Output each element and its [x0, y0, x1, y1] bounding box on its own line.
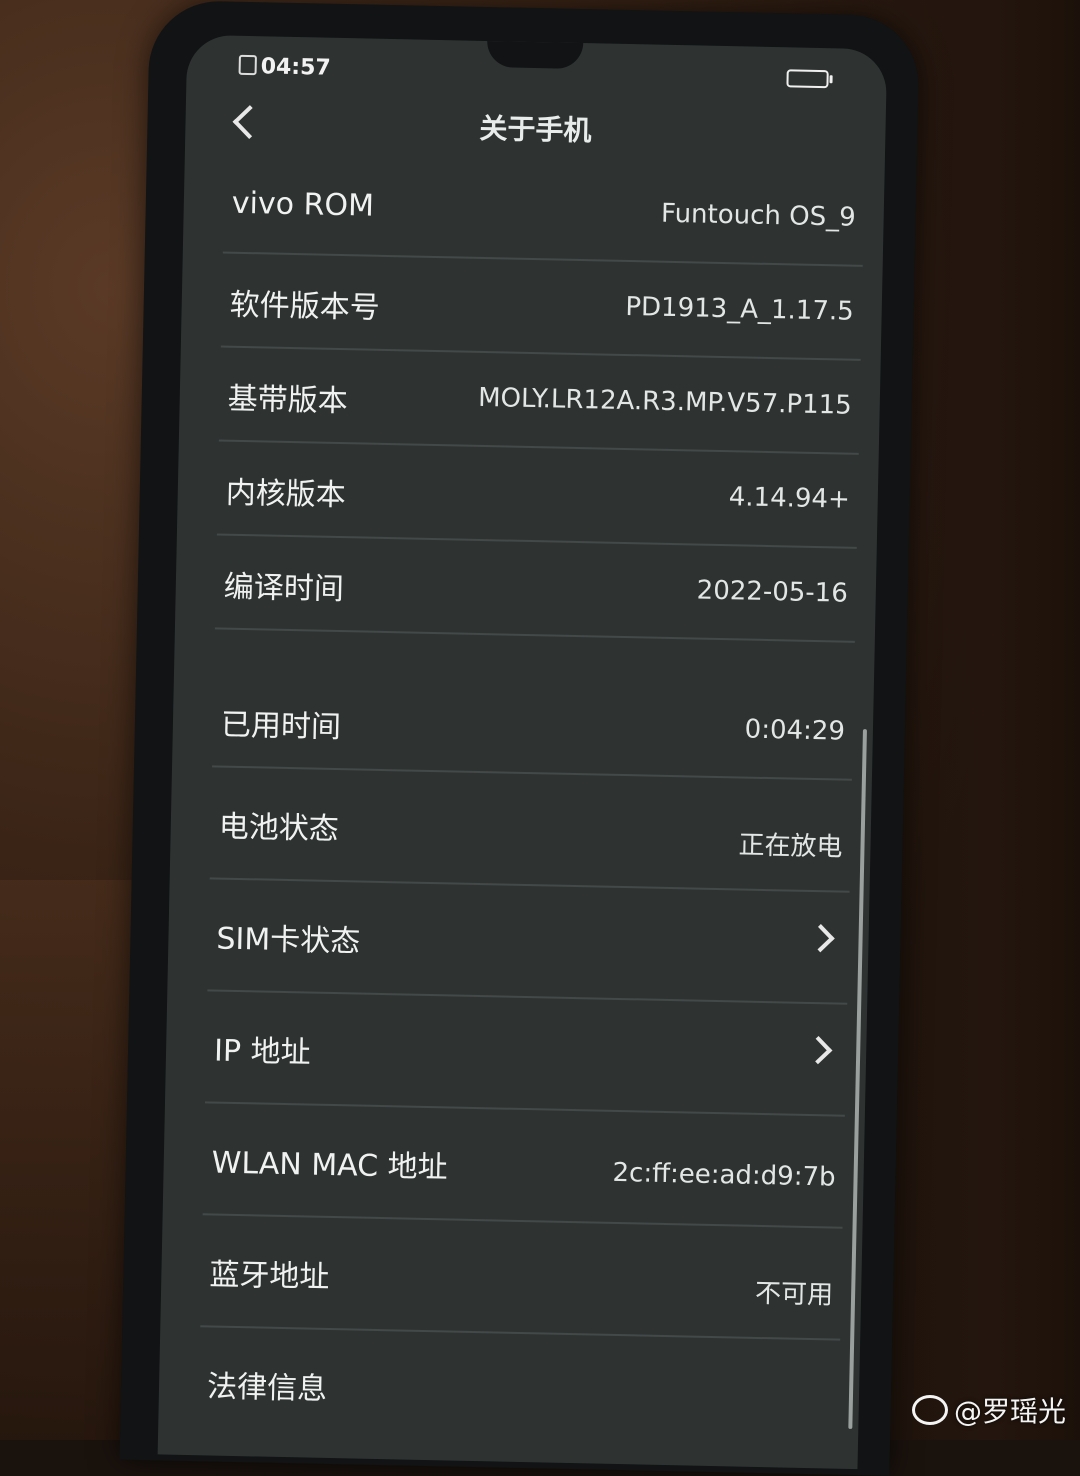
row-value: 2c:ff:ee:ad:d9:7b — [612, 1158, 836, 1193]
row-value: 4.14.94+ — [728, 482, 850, 515]
row-legal-info[interactable]: 法律信息 — [198, 1327, 840, 1450]
row-label: 软件版本号 — [229, 280, 380, 327]
chevron-right-icon — [806, 924, 834, 952]
row-value: Funtouch OS_9 — [661, 199, 856, 233]
phone-device: 04:57 关于手机 vivo ROM Funtouch OS_9 软件版本号 … — [120, 0, 920, 1476]
row-battery-status: 电池状态 正在放电 — [210, 767, 852, 892]
row-software-version[interactable]: 软件版本号 PD1913_A_1.17.5 — [221, 254, 863, 361]
row-baseband-version: 基带版本 MOLY.LR12A.R3.MP.V57.P115 — [219, 347, 861, 454]
row-value: 0:04:29 — [744, 715, 845, 747]
row-label: SIM卡状态 — [216, 914, 361, 961]
row-value: 正在放电 — [738, 824, 843, 863]
row-label: WLAN MAC 地址 — [211, 1137, 448, 1186]
chevron-right-icon — [804, 1036, 832, 1064]
phone-screen: 04:57 关于手机 vivo ROM Funtouch OS_9 软件版本号 … — [158, 35, 888, 1469]
row-wlan-mac: WLAN MAC 地址 2c:ff:ee:ad:d9:7b — [203, 1103, 845, 1228]
row-bluetooth-address: 蓝牙地址 不可用 — [200, 1215, 842, 1340]
row-uptime: 已用时间 0:04:29 — [212, 673, 854, 780]
row-label: 已用时间 — [221, 700, 342, 747]
row-label: 编译时间 — [223, 562, 344, 609]
row-label: 内核版本 — [225, 468, 346, 515]
row-label: 电池状态 — [218, 802, 339, 849]
row-build-time: 编译时间 2022-05-16 — [215, 535, 857, 642]
weibo-logo-icon — [912, 1395, 948, 1425]
row-label: 基带版本 — [227, 374, 348, 421]
row-ip-address[interactable]: IP 地址 — [205, 991, 847, 1116]
no-sim-icon — [239, 55, 257, 75]
scrollbar[interactable] — [848, 729, 867, 1429]
row-value: 不可用 — [755, 1273, 834, 1312]
row-label: 法律信息 — [207, 1361, 328, 1408]
row-value: PD1913_A_1.17.5 — [625, 292, 854, 327]
row-value: 2022-05-16 — [696, 576, 848, 609]
watermark-text: @罗瑶光 — [954, 1395, 1066, 1428]
row-label: IP 地址 — [214, 1026, 311, 1072]
page-title: 关于手机 — [185, 101, 886, 156]
row-label: 蓝牙地址 — [209, 1249, 330, 1296]
status-bar-time: 04:57 — [238, 54, 331, 81]
about-phone-list: vivo ROM Funtouch OS_9 软件版本号 PD1913_A_1.… — [198, 160, 865, 1451]
camera-notch — [487, 41, 584, 69]
row-vivo-rom: vivo ROM Funtouch OS_9 — [223, 160, 865, 267]
row-label: vivo ROM — [231, 186, 374, 224]
weibo-watermark: @罗瑶光 — [912, 1390, 1066, 1430]
row-kernel-version: 内核版本 4.14.94+ — [217, 441, 859, 548]
row-value: MOLY.LR12A.R3.MP.V57.P115 — [478, 383, 852, 421]
battery-icon — [786, 69, 828, 88]
row-sim-status[interactable]: SIM卡状态 — [207, 879, 849, 1004]
status-time-text: 04:57 — [260, 54, 331, 80]
